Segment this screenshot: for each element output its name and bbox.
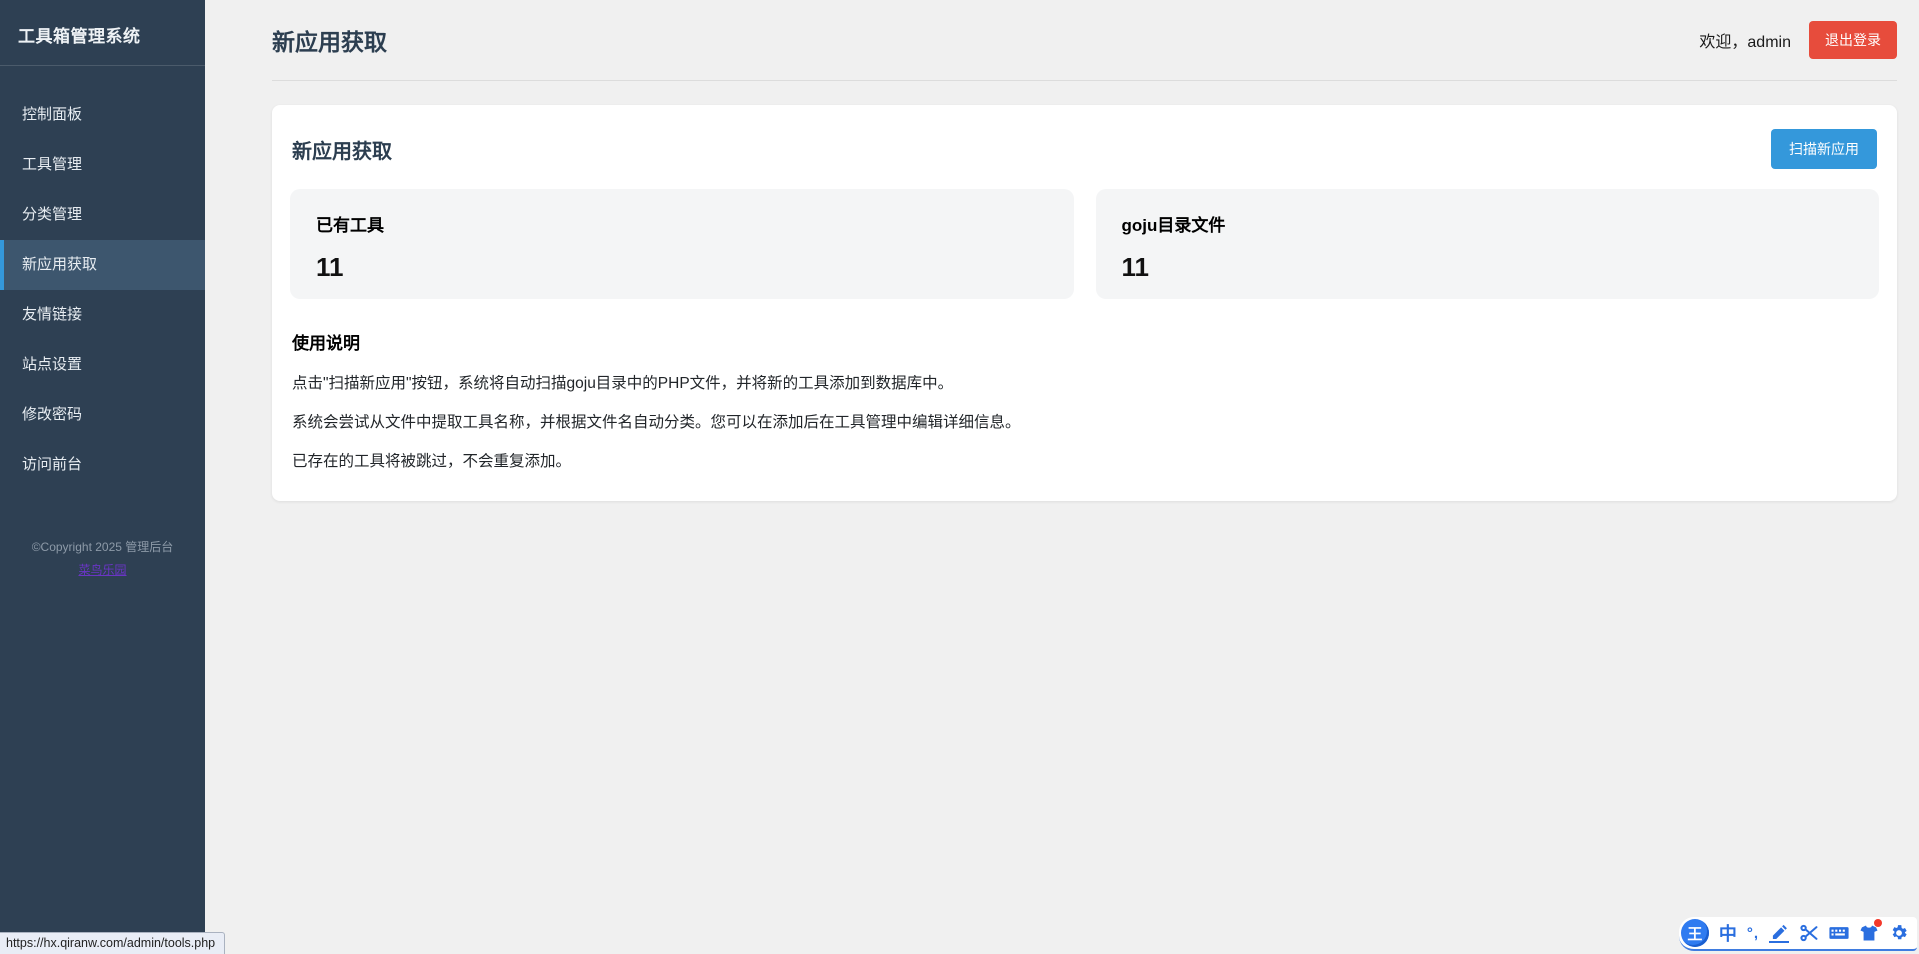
sidebar-item-change-password[interactable]: 修改密码 xyxy=(0,390,205,440)
scan-new-apps-button[interactable]: 扫描新应用 xyxy=(1771,129,1877,169)
instructions-title: 使用说明 xyxy=(292,329,1877,354)
browser-status-url: https://hx.qiranw.com/admin/tools.php xyxy=(0,932,225,954)
punctuation-icon[interactable]: °, xyxy=(1747,925,1759,942)
settings-gear-icon[interactable] xyxy=(1889,923,1909,943)
sidebar-item-dashboard[interactable]: 控制面板 xyxy=(0,90,205,140)
topbar: 新应用获取 欢迎，admin 退出登录 xyxy=(272,0,1897,81)
stat-label: 已有工具 xyxy=(316,211,1048,236)
stat-goju-files: goju目录文件 11 xyxy=(1096,189,1880,299)
instruction-line: 系统会尝试从文件中提取工具名称，并根据文件名自动分类。您可以在添加后在工具管理中… xyxy=(292,410,1877,432)
welcome-text: 欢迎，admin xyxy=(1699,28,1791,52)
card-header: 新应用获取 扫描新应用 xyxy=(292,129,1877,169)
ime-toolbar: 王 中 °, xyxy=(1679,917,1917,951)
notification-dot xyxy=(1874,919,1882,927)
topbar-right: 欢迎，admin 退出登录 xyxy=(1699,21,1897,59)
instruction-line: 已存在的工具将被跳过，不会重复添加。 xyxy=(292,449,1877,471)
card-title: 新应用获取 xyxy=(292,135,392,164)
keyboard-icon[interactable] xyxy=(1829,923,1849,943)
stat-label: goju目录文件 xyxy=(1122,211,1854,236)
copyright-text: ©Copyright 2025 管理后台 xyxy=(0,538,205,555)
instruction-line: 点击"扫描新应用"按钮，系统将自动扫描goju目录中的PHP文件，并将新的工具添… xyxy=(292,371,1877,393)
sidebar-item-tool-management[interactable]: 工具管理 xyxy=(0,140,205,190)
sidebar-nav: 控制面板 工具管理 分类管理 新应用获取 友情链接 站点设置 修改密码 访问前台 xyxy=(0,90,205,490)
page-title: 新应用获取 xyxy=(272,23,387,57)
copyright-link[interactable]: 菜鸟乐园 xyxy=(78,561,126,578)
chinese-mode-indicator[interactable]: 中 xyxy=(1719,920,1737,946)
app-title: 工具箱管理系统 xyxy=(0,0,205,66)
handwriting-pencil-icon[interactable] xyxy=(1769,923,1789,943)
ime-logo-icon[interactable]: 王 xyxy=(1681,919,1709,947)
sidebar-item-site-settings[interactable]: 站点设置 xyxy=(0,340,205,390)
sidebar-item-new-app-fetch[interactable]: 新应用获取 xyxy=(0,240,205,290)
scissors-icon[interactable] xyxy=(1799,923,1819,943)
logout-button[interactable]: 退出登录 xyxy=(1809,21,1897,59)
sidebar-footer: ©Copyright 2025 管理后台 菜鸟乐园 xyxy=(0,538,205,579)
sidebar-item-visit-frontend[interactable]: 访问前台 xyxy=(0,440,205,490)
sidebar: 工具箱管理系统 控制面板 工具管理 分类管理 新应用获取 友情链接 站点设置 修… xyxy=(0,0,205,954)
stat-value: 11 xyxy=(316,252,1048,283)
sidebar-item-category-management[interactable]: 分类管理 xyxy=(0,190,205,240)
skin-tshirt-icon[interactable] xyxy=(1859,923,1879,943)
main-content: 新应用获取 欢迎，admin 退出登录 新应用获取 扫描新应用 已有工具 11 … xyxy=(205,0,1919,954)
new-app-card: 新应用获取 扫描新应用 已有工具 11 goju目录文件 11 使用说明 点击"… xyxy=(272,105,1897,501)
app-window: 工具箱管理系统 控制面板 工具管理 分类管理 新应用获取 友情链接 站点设置 修… xyxy=(0,0,1919,954)
sidebar-item-friend-links[interactable]: 友情链接 xyxy=(0,290,205,340)
stats-row: 已有工具 11 goju目录文件 11 xyxy=(290,189,1879,299)
stat-value: 11 xyxy=(1122,252,1854,283)
usage-instructions: 使用说明 点击"扫描新应用"按钮，系统将自动扫描goju目录中的PHP文件，并将… xyxy=(292,329,1877,471)
stat-existing-tools: 已有工具 11 xyxy=(290,189,1074,299)
